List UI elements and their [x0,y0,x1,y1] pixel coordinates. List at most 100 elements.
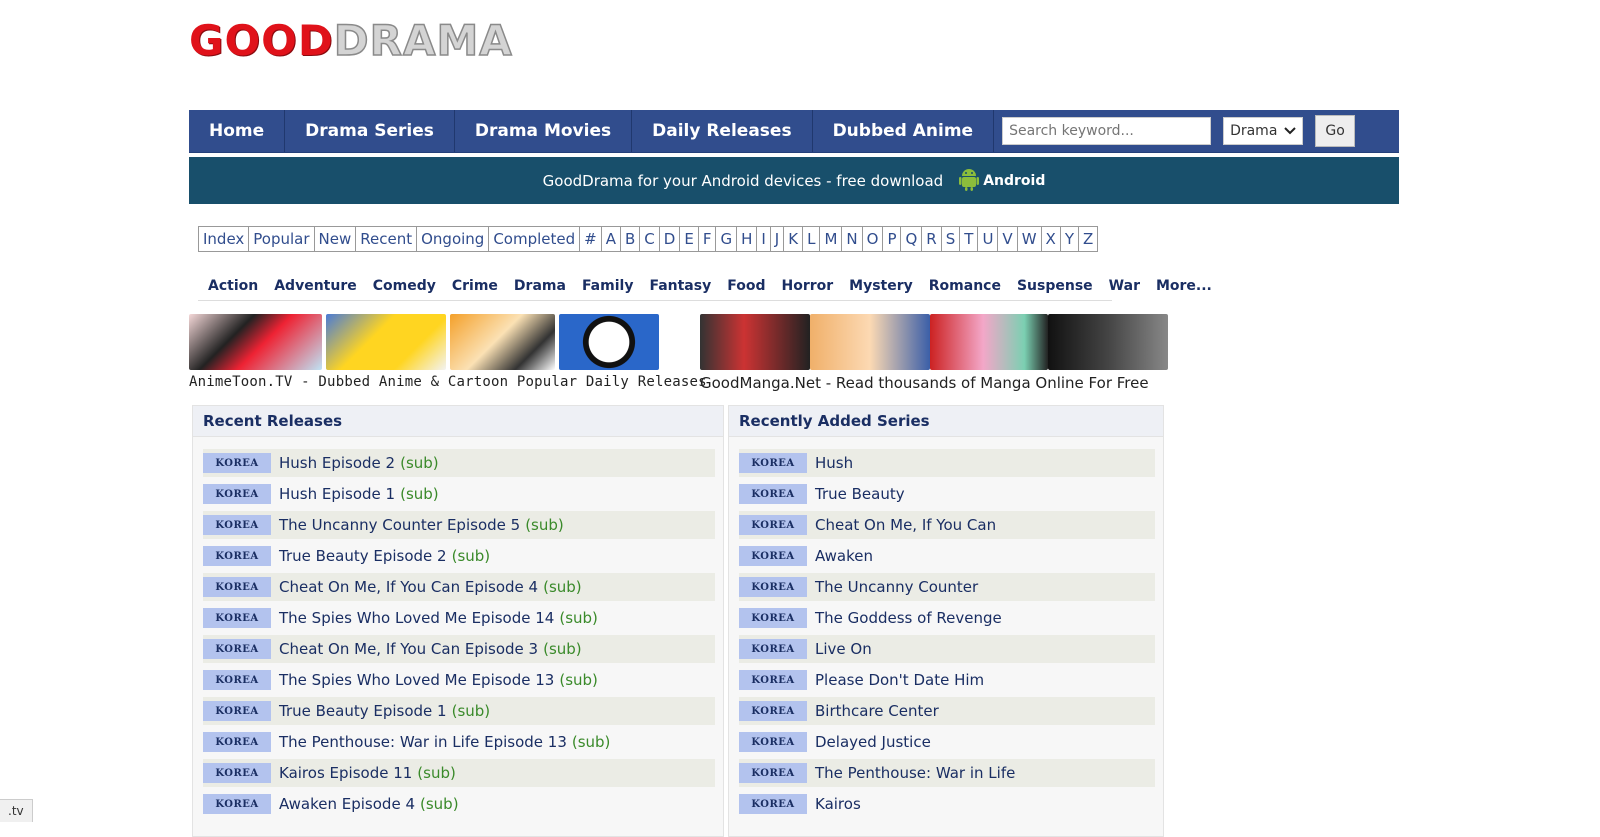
item-title[interactable]: True Beauty Episode 1 [279,702,447,720]
list-item[interactable]: KOREA True Beauty [739,480,1155,508]
list-item[interactable]: KOREA The Uncanny Counter Episode 5 (sub) [203,511,715,539]
genre-link-comedy[interactable]: Comedy [363,272,442,300]
list-item[interactable]: KOREA The Uncanny Counter [739,573,1155,601]
genre-link-adventure[interactable]: Adventure [264,272,363,300]
list-item[interactable]: KOREA Kairos Episode 11 (sub) [203,759,715,787]
alpha-letter-link[interactable]: U [978,227,999,251]
alpha-letter-link[interactable]: R [922,227,942,251]
series-title[interactable]: Kairos [815,795,861,813]
genre-link-mystery[interactable]: Mystery [839,272,919,300]
genre-link-crime[interactable]: Crime [442,272,504,300]
genre-link-food[interactable]: Food [717,272,771,300]
alpha-completed-link[interactable]: Completed [489,227,581,251]
series-title[interactable]: Awaken [815,547,873,565]
list-item[interactable]: KOREA Live On [739,635,1155,663]
genre-link-war[interactable]: War [1099,272,1146,300]
alpha-letter-link[interactable]: X [1042,227,1061,251]
go-button[interactable]: Go [1315,115,1356,147]
animetoon-banner[interactable]: AnimeToon.TV - Dubbed Anime & Cartoon Po… [189,314,707,394]
nav-daily-releases[interactable]: Daily Releases [632,110,813,152]
alpha-letter-link[interactable]: H [737,227,758,251]
goodmanga-banner[interactable]: GoodManga.Net - Read thousands of Manga … [700,314,1168,394]
series-title[interactable]: Please Don't Date Him [815,671,984,689]
list-item[interactable]: KOREA True Beauty Episode 1 (sub) [203,697,715,725]
list-item[interactable]: KOREA Cheat On Me, If You Can [739,511,1155,539]
list-item[interactable]: KOREA Cheat On Me, If You Can Episode 4 (s… [203,573,715,601]
genre-link-drama[interactable]: Drama [504,272,572,300]
nav-drama-series[interactable]: Drama Series [285,110,455,152]
alpha-letter-link[interactable]: M [820,227,843,251]
list-item[interactable]: KOREA Delayed Justice [739,728,1155,756]
series-title[interactable]: Cheat On Me, If You Can [815,516,996,534]
list-item[interactable]: KOREA Awaken [739,542,1155,570]
item-title[interactable]: The Spies Who Loved Me Episode 13 [279,671,554,689]
item-title[interactable]: Awaken Episode 4 [279,795,415,813]
series-title[interactable]: Delayed Justice [815,733,931,751]
alpha-hash-link[interactable]: # [580,227,602,251]
nav-drama-movies[interactable]: Drama Movies [455,110,633,152]
series-title[interactable]: Live On [815,640,872,658]
list-item[interactable]: KOREA Cheat On Me, If You Can Episode 3 (s… [203,635,715,663]
item-title[interactable]: Hush Episode 2 [279,454,395,472]
list-item[interactable]: KOREA True Beauty Episode 2 (sub) [203,542,715,570]
list-item[interactable]: KOREA The Goddess of Revenge [739,604,1155,632]
list-item[interactable]: KOREA The Spies Who Loved Me Episode 14 (s… [203,604,715,632]
series-title[interactable]: The Uncanny Counter [815,578,978,596]
alpha-letter-link[interactable]: A [602,227,621,251]
alpha-letter-link[interactable]: B [621,227,641,251]
alpha-popular-link[interactable]: Popular [249,227,315,251]
item-title[interactable]: Cheat On Me, If You Can Episode 4 [279,578,538,596]
item-title[interactable]: The Penthouse: War in Life Episode 13 [279,733,567,751]
series-title[interactable]: The Goddess of Revenge [815,609,1002,627]
alpha-new-link[interactable]: New [315,227,357,251]
series-title[interactable]: True Beauty [815,485,905,503]
genre-link-fantasy[interactable]: Fantasy [639,272,717,300]
item-title[interactable]: The Uncanny Counter Episode 5 [279,516,520,534]
category-select[interactable]: Drama [1223,117,1304,145]
alpha-index-link[interactable]: Index [199,227,250,251]
alpha-letter-link[interactable]: L [803,227,821,251]
list-item[interactable]: KOREA Hush [739,449,1155,477]
list-item[interactable]: KOREA Hush Episode 1 (sub) [203,480,715,508]
item-title[interactable]: The Spies Who Loved Me Episode 14 [279,609,554,627]
alpha-letter-link[interactable]: Z [1079,227,1097,251]
genre-link-action[interactable]: Action [198,272,264,300]
series-title[interactable]: Birthcare Center [815,702,939,720]
alpha-letter-link[interactable]: D [660,227,681,251]
genre-link-romance[interactable]: Romance [919,272,1007,300]
alpha-letter-link[interactable]: O [863,227,884,251]
item-title[interactable]: Kairos Episode 11 [279,764,412,782]
alpha-recent-link[interactable]: Recent [356,227,418,251]
alpha-letter-link[interactable]: E [680,227,699,251]
search-input[interactable] [1002,117,1212,145]
alpha-letter-link[interactable]: Q [901,227,923,251]
genre-link-more[interactable]: More... [1146,272,1218,300]
list-item[interactable]: KOREA Please Don't Date Him [739,666,1155,694]
list-item[interactable]: KOREA The Spies Who Loved Me Episode 13 (s… [203,666,715,694]
alpha-letter-link[interactable]: I [757,227,771,251]
list-item[interactable]: KOREA The Penthouse: War in Life [739,759,1155,787]
alpha-letter-link[interactable]: C [640,227,660,251]
series-title[interactable]: Hush [815,454,853,472]
nav-home[interactable]: Home [189,110,286,152]
alpha-letter-link[interactable]: W [1018,227,1042,251]
alpha-letter-link[interactable]: P [883,227,902,251]
genre-link-horror[interactable]: Horror [771,272,839,300]
list-item[interactable]: KOREA The Penthouse: War in Life Episode … [203,728,715,756]
list-item[interactable]: KOREA Kairos [739,790,1155,818]
item-title[interactable]: Cheat On Me, If You Can Episode 3 [279,640,538,658]
item-title[interactable]: Hush Episode 1 [279,485,395,503]
alpha-letter-link[interactable]: K [784,227,804,251]
alpha-letter-link[interactable]: T [960,227,979,251]
alpha-letter-link[interactable]: N [842,227,863,251]
alpha-letter-link[interactable]: S [942,227,961,251]
alpha-ongoing-link[interactable]: Ongoing [417,227,490,251]
list-item[interactable]: KOREA Hush Episode 2 (sub) [203,449,715,477]
item-title[interactable]: True Beauty Episode 2 [279,547,447,565]
android-promo-bar[interactable]: GoodDrama for your Android devices - fre… [189,157,1399,204]
site-logo[interactable]: GOOD DRAMA [189,15,513,66]
nav-dubbed-anime[interactable]: Dubbed Anime [813,110,995,152]
genre-link-family[interactable]: Family [572,272,640,300]
alpha-letter-link[interactable]: G [716,227,738,251]
alpha-letter-link[interactable]: V [998,227,1018,251]
